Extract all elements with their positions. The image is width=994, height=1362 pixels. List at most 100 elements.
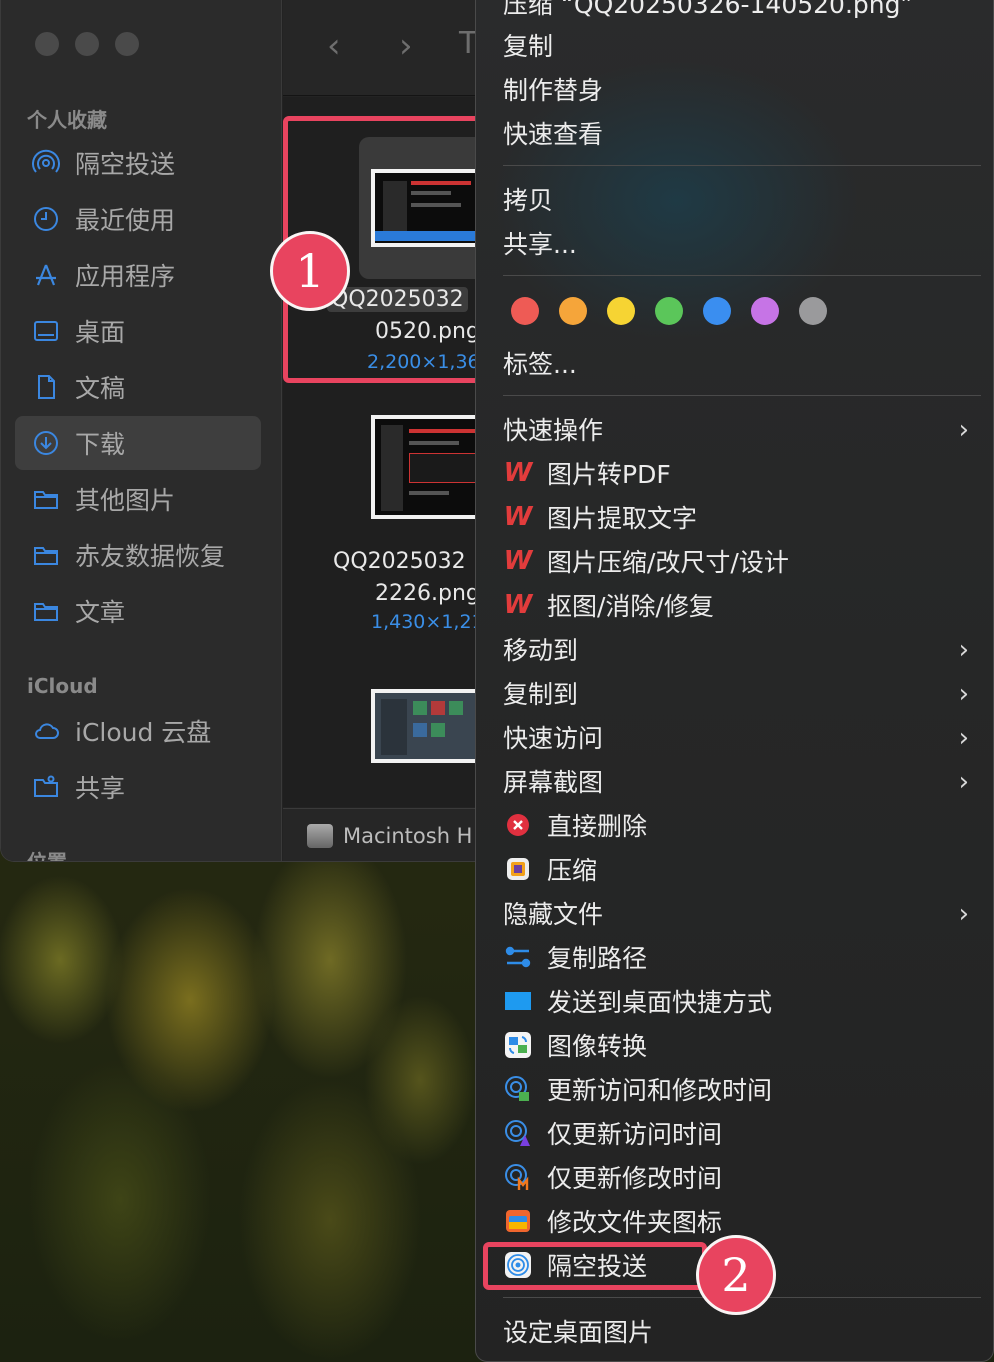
menu-item-update-access[interactable]: 仅更新访问时间	[503, 1113, 983, 1153]
sidebar-item-shared[interactable]: 共享	[15, 760, 261, 814]
menu-item-delete[interactable]: 直接删除	[503, 805, 983, 845]
sidebar-item-downloads[interactable]: 下载	[15, 416, 261, 470]
menu-item-update-modify[interactable]: 仅更新修改时间	[503, 1157, 983, 1197]
menu-item-cutout-repair[interactable]: W 抠图/消除/修复	[503, 585, 983, 625]
menu-item-send-to-desktop[interactable]: 发送到桌面快捷方式	[503, 981, 983, 1021]
sidebar-item-desktop[interactable]: 桌面	[15, 304, 261, 358]
menu-separator	[503, 275, 981, 276]
sidebar-item-label: 文章	[75, 598, 126, 627]
menu-item-copy-to[interactable]: 复制到 ›	[503, 673, 983, 713]
menu-item-hide-file[interactable]: 隐藏文件 ›	[503, 893, 983, 933]
back-button[interactable]: ‹	[327, 26, 341, 66]
menu-item-extract-text[interactable]: W 图片提取文字	[503, 497, 983, 537]
menu-item-quick-access[interactable]: 快速访问 ›	[503, 717, 983, 757]
menu-item-tags[interactable]: 标签...	[503, 343, 983, 383]
menu-item-label: 发送到桌面快捷方式	[547, 988, 773, 1017]
image-convert-icon	[503, 1030, 533, 1060]
wps-icon: W	[503, 458, 533, 488]
tag-yellow[interactable]	[607, 297, 635, 325]
menu-item-compress[interactable]: 压缩	[503, 849, 983, 889]
hard-disk-icon	[307, 823, 333, 848]
menu-item-image-convert[interactable]: 图像转换	[503, 1025, 983, 1065]
menu-item-copy[interactable]: 拷贝	[503, 179, 983, 219]
file-thumbnail[interactable]	[371, 689, 491, 763]
touch-time-icon	[503, 1074, 533, 1104]
menu-item-label: 更新访问和修改时间	[547, 1076, 773, 1105]
sidebar-item-data-recovery[interactable]: 赤友数据恢复	[15, 528, 261, 582]
menu-item-label: 复制路径	[547, 944, 648, 973]
menu-item-copy-path[interactable]: 复制路径	[503, 937, 983, 977]
path-bar[interactable]: Macintosh H	[283, 808, 499, 861]
sidebar: 个人收藏 隔空投送 最近使用 应用程序 桌面 文稿 下载 其他图片 赤友数据恢复…	[1, 0, 282, 862]
menu-item-update-access-modify[interactable]: 更新访问和修改时间	[503, 1069, 983, 1109]
sidebar-item-recents[interactable]: 最近使用	[15, 192, 261, 246]
menu-item-compress-file[interactable]: 压缩 “QQ20250326-140520.png”	[503, 0, 983, 23]
sidebar-item-documents[interactable]: 文稿	[15, 360, 261, 414]
annotation-box-2	[483, 1242, 707, 1290]
menu-separator	[503, 165, 981, 166]
sidebar-item-label: 共享	[75, 774, 126, 803]
close-window-button[interactable]	[35, 32, 59, 56]
document-icon	[31, 372, 61, 402]
sidebar-item-label: 赤友数据恢复	[75, 542, 226, 571]
menu-item-label: 屏幕截图	[503, 768, 604, 797]
menu-item-label: 图片压缩/改尺寸/设计	[547, 548, 789, 577]
menu-item-share[interactable]: 共享...	[503, 223, 983, 263]
clock-icon	[31, 204, 61, 234]
file-thumbnail[interactable]	[371, 415, 491, 519]
forward-button[interactable]: ›	[399, 26, 413, 66]
sidebar-item-label: iCloud 云盘	[75, 718, 212, 747]
tag-green[interactable]	[655, 297, 683, 325]
chevron-right-icon: ›	[958, 723, 969, 753]
sidebar-item-articles[interactable]: 文章	[15, 584, 261, 638]
menu-item-label: 仅更新修改时间	[547, 1164, 723, 1193]
wps-icon: W	[503, 546, 533, 576]
applications-icon	[31, 260, 61, 290]
chevron-right-icon: ›	[958, 899, 969, 929]
minimize-window-button[interactable]	[75, 32, 99, 56]
sidebar-item-other-images[interactable]: 其他图片	[15, 472, 261, 526]
chevron-right-icon: ›	[958, 767, 969, 797]
sidebar-item-label: 下载	[75, 430, 126, 459]
sidebar-item-icloud-drive[interactable]: iCloud 云盘	[15, 704, 261, 758]
menu-item-label: 压缩	[547, 856, 598, 885]
menu-item-label: 快速访问	[503, 724, 604, 753]
tag-orange[interactable]	[559, 297, 587, 325]
tag-gray[interactable]	[799, 297, 827, 325]
menu-separator	[503, 395, 981, 396]
folder-colors-icon	[503, 1206, 533, 1236]
menu-item-quick-actions[interactable]: 快速操作 ›	[503, 409, 983, 449]
sidebar-item-airdrop[interactable]: 隔空投送	[15, 136, 261, 190]
menu-item-make-alias[interactable]: 制作替身	[503, 69, 983, 109]
menu-item-move-to[interactable]: 移动到 ›	[503, 629, 983, 669]
tag-blue[interactable]	[703, 297, 731, 325]
file-name[interactable]: QQ2025032	[333, 549, 466, 574]
locations-header: 位置	[27, 850, 67, 862]
chevron-right-icon: ›	[958, 415, 969, 445]
folder-icon	[31, 596, 61, 626]
archive-icon	[503, 854, 533, 884]
window-controls	[35, 32, 139, 56]
sidebar-item-label: 应用程序	[75, 262, 176, 291]
sidebar-item-applications[interactable]: 应用程序	[15, 248, 261, 302]
menu-item-set-wallpaper[interactable]: 设定桌面图片	[503, 1311, 983, 1351]
folder-icon	[31, 540, 61, 570]
menu-item-image-to-pdf[interactable]: W 图片转PDF	[503, 453, 983, 493]
menu-item-screenshot[interactable]: 屏幕截图 ›	[503, 761, 983, 801]
tag-purple[interactable]	[751, 297, 779, 325]
menu-item-duplicate[interactable]: 复制	[503, 25, 983, 65]
menu-item-label: 图片转PDF	[547, 460, 671, 489]
menu-item-compress-resize[interactable]: W 图片压缩/改尺寸/设计	[503, 541, 983, 581]
annotation-number-2: 2	[696, 1235, 776, 1315]
shared-folder-icon	[31, 772, 61, 802]
desktop-shortcut-icon	[503, 986, 533, 1016]
tag-red[interactable]	[511, 297, 539, 325]
sidebar-item-label: 桌面	[75, 318, 126, 347]
menu-item-quick-look[interactable]: 快速查看	[503, 113, 983, 153]
menu-item-label: 抠图/消除/修复	[547, 592, 714, 621]
menu-item-label: 图片提取文字	[547, 504, 698, 533]
zoom-window-button[interactable]	[115, 32, 139, 56]
favorites-header: 个人收藏	[27, 108, 107, 132]
chevron-right-icon: ›	[958, 679, 969, 709]
menu-item-label: 直接删除	[547, 812, 648, 841]
